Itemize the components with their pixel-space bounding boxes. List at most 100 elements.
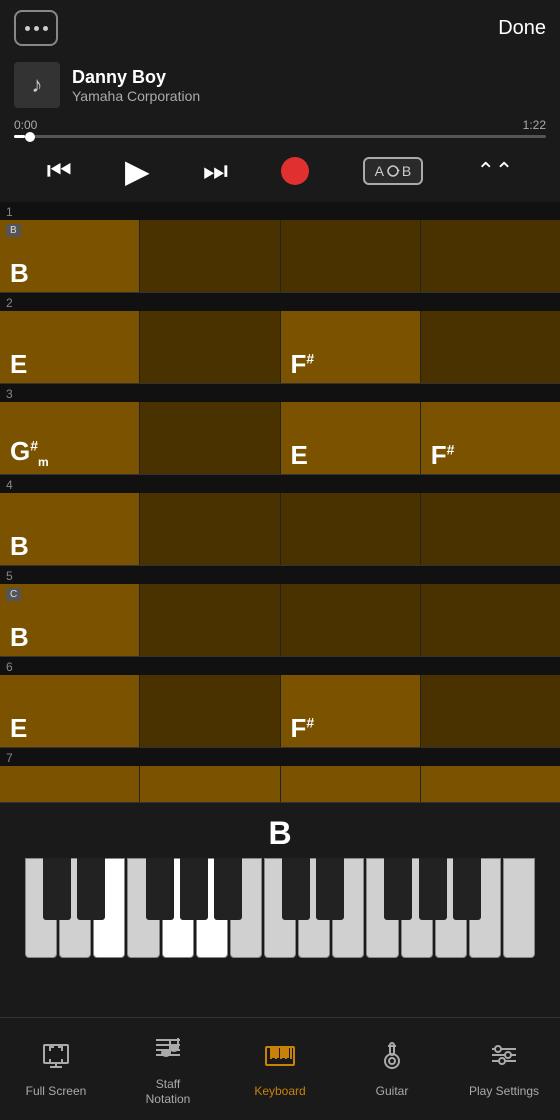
nav-item-staff[interactable]: StaffNotation [112, 1018, 224, 1120]
chord-row-7: 7 [0, 748, 560, 803]
white-keys [25, 858, 535, 958]
chord-cell-7-4[interactable] [421, 766, 560, 802]
row-number-2: 2 [0, 293, 560, 311]
chord-cell-4-4[interactable] [421, 493, 560, 565]
chord-name: B [10, 260, 29, 286]
done-button[interactable]: Done [498, 17, 546, 40]
chord-name: E [10, 715, 27, 741]
white-key-1[interactable] [25, 858, 57, 958]
ab-repeat-button[interactable]: A B [363, 157, 424, 185]
white-key-4[interactable] [127, 858, 159, 958]
chord-cell-6-1[interactable]: E [0, 675, 140, 747]
chord-cell-4-1[interactable]: B [0, 493, 140, 565]
piano-container [0, 858, 560, 968]
chord-cell-3-1[interactable]: G#m [0, 402, 140, 474]
chord-cell-1-1[interactable]: B [0, 220, 140, 292]
play-icon: ▶ [125, 152, 150, 190]
progress-section: 0:00 1:22 [0, 114, 560, 144]
rewind-button[interactable]: ⏮ [47, 155, 72, 188]
record-icon [281, 157, 309, 185]
white-key-7[interactable] [230, 858, 262, 958]
white-key-6[interactable] [196, 858, 228, 958]
chord-row-2: 2 E F# [0, 293, 560, 384]
nav-label-fullscreen: Full Screen [26, 1084, 87, 1098]
chord-cell-2-2[interactable] [140, 311, 280, 383]
collapse-button[interactable]: ⌃⌃ [476, 158, 513, 184]
white-key-11[interactable] [366, 858, 398, 958]
record-button[interactable] [281, 157, 309, 185]
music-note-icon: ♪ [32, 72, 43, 98]
guitar-icon [376, 1039, 408, 1078]
header: Done [0, 0, 560, 56]
chord-name: F# [291, 351, 315, 377]
white-key-3[interactable] [93, 858, 125, 958]
fast-forward-icon: ⏭ [203, 155, 228, 188]
white-key-14[interactable] [469, 858, 501, 958]
chord-row-5: 5B [0, 566, 560, 657]
white-key-9[interactable] [298, 858, 330, 958]
chord-cell-7-1[interactable] [0, 766, 140, 802]
chord-cell-3-4[interactable]: F# [421, 402, 560, 474]
white-key-8[interactable] [264, 858, 296, 958]
white-key-10[interactable] [332, 858, 364, 958]
chord-cell-3-3[interactable]: E [281, 402, 421, 474]
playback-controls: ⏮ ▶ ⏭ A B ⌃⌃ [0, 144, 560, 202]
nav-item-fullscreen[interactable]: Full Screen [0, 1018, 112, 1120]
song-meta: Danny Boy Yamaha Corporation [72, 67, 200, 104]
song-info: ♪ Danny Boy Yamaha Corporation [0, 56, 560, 114]
progress-fill [14, 135, 25, 138]
row-number-6: 6 [0, 657, 560, 675]
current-time: 0:00 [14, 118, 37, 132]
staff-notation-icon [152, 1032, 184, 1071]
bottom-nav: Full Screen StaffNotation [0, 1017, 560, 1120]
menu-button[interactable] [14, 10, 58, 46]
chord-cell-6-4[interactable] [421, 675, 560, 747]
ab-label: A [375, 163, 384, 179]
nav-label-keyboard: Keyboard [254, 1084, 305, 1098]
white-key-2[interactable] [59, 858, 91, 958]
chord-cell-1-2[interactable] [140, 220, 280, 292]
white-key-15[interactable] [503, 858, 535, 958]
chord-cell-4-2[interactable] [140, 493, 280, 565]
chord-cell-7-3[interactable] [281, 766, 421, 802]
chord-cell-5-2[interactable] [140, 584, 280, 656]
progress-bar[interactable] [14, 135, 546, 138]
chord-row-6: 6 E F# [0, 657, 560, 748]
white-key-12[interactable] [401, 858, 433, 958]
fullscreen-icon [40, 1039, 72, 1078]
progress-thumb [25, 132, 35, 142]
white-key-13[interactable] [435, 858, 467, 958]
menu-dots-icon [25, 26, 48, 31]
repeat-icon [386, 164, 400, 178]
chord-cell-5-3[interactable] [281, 584, 421, 656]
chord-cell-5-1[interactable]: B [0, 584, 140, 656]
chord-cell-3-2[interactable] [140, 402, 280, 474]
chord-cell-6-2[interactable] [140, 675, 280, 747]
play-button[interactable]: ▶ [125, 152, 150, 190]
chord-cell-5-4[interactable] [421, 584, 560, 656]
song-title: Danny Boy [72, 67, 200, 88]
keyboard-icon [264, 1039, 296, 1078]
chord-name: B [10, 624, 29, 650]
nav-item-playsettings[interactable]: Play Settings [448, 1018, 560, 1120]
chord-cell-6-3[interactable]: F# [281, 675, 421, 747]
piano-keyboard[interactable] [25, 858, 535, 958]
nav-item-guitar[interactable]: Guitar [336, 1018, 448, 1120]
chord-cell-2-4[interactable] [421, 311, 560, 383]
chord-row-1: 1B [0, 202, 560, 293]
fast-forward-button[interactable]: ⏭ [203, 155, 228, 188]
chord-cell-4-3[interactable] [281, 493, 421, 565]
chord-name: E [10, 351, 27, 377]
chord-cell-2-3[interactable]: F# [281, 311, 421, 383]
chord-cell-2-1[interactable]: E [0, 311, 140, 383]
nav-item-keyboard[interactable]: Keyboard [224, 1018, 336, 1120]
chord-grid: 1B2EF#3G#mEF#4B5B6EF#7 [0, 202, 560, 803]
song-artist: Yamaha Corporation [72, 88, 200, 104]
rewind-icon: ⏮ [47, 155, 72, 188]
chord-cell-1-3[interactable] [281, 220, 421, 292]
chord-cell-7-2[interactable] [140, 766, 280, 802]
chord-row-3: 3G#mEF# [0, 384, 560, 475]
white-key-5[interactable] [162, 858, 194, 958]
chord-cell-1-4[interactable] [421, 220, 560, 292]
chord-name: F# [291, 715, 315, 741]
